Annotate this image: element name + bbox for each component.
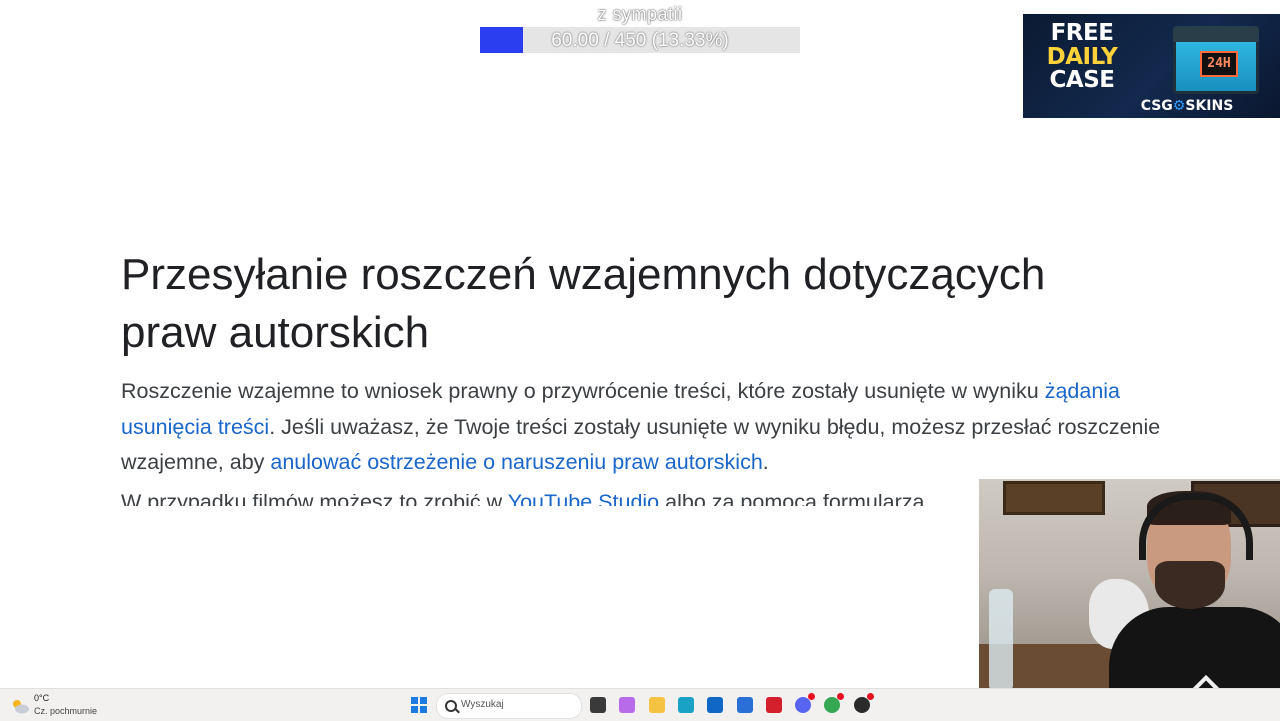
chrome-icon[interactable] bbox=[824, 693, 844, 713]
case-image: 24H bbox=[1173, 26, 1259, 94]
page-title-line-1: Przesyłanie roszczeń wzajemnych dotycząc… bbox=[121, 250, 1046, 299]
weather-temp: 0°C bbox=[34, 693, 50, 703]
intro-paragraph: Roszczenie wzajemne to wniosek prawny o … bbox=[121, 374, 1161, 481]
folder-icon[interactable] bbox=[649, 697, 665, 713]
file-explorer-dark-icon[interactable] bbox=[590, 697, 606, 713]
taskbar: 0°C Cz. pochmurnie Wyszukaj bbox=[0, 688, 1280, 721]
case-lid bbox=[1173, 26, 1259, 42]
person-beard bbox=[1155, 561, 1225, 609]
brand-left: CSG bbox=[1140, 98, 1173, 114]
cutoff-paragraph-text: W przypadku filmów możesz to zrobić w Yo… bbox=[121, 494, 924, 506]
obs-icon[interactable] bbox=[854, 693, 874, 713]
notification-badge bbox=[837, 693, 844, 700]
goal-progress-bar: 60.00 / 450 (13.33%) bbox=[480, 27, 800, 53]
copilot-icon[interactable] bbox=[619, 697, 635, 713]
studio-link[interactable]: YouTube Studio bbox=[508, 494, 659, 506]
paragraph-text-1: Roszczenie wzajemne to wniosek prawny o … bbox=[121, 379, 1045, 403]
notification-badge bbox=[808, 693, 815, 700]
cutoff-paragraph: W przypadku filmów możesz to zrobić w Yo… bbox=[121, 494, 981, 506]
cloud-sun-icon bbox=[13, 700, 29, 714]
search-icon bbox=[445, 700, 457, 712]
ad-brand-logo: CSG⚙SKINS bbox=[1117, 98, 1257, 114]
water-bottle bbox=[989, 589, 1013, 689]
search-placeholder: Wyszukaj bbox=[461, 699, 504, 710]
cutoff-text-1: W przypadku filmów możesz to zrobić w bbox=[121, 494, 508, 506]
cutoff-text-2: albo za pomocą formularza bbox=[659, 494, 925, 506]
edge-icon[interactable] bbox=[678, 697, 694, 713]
webcam-feed bbox=[979, 479, 1280, 720]
brand-right: SKINS bbox=[1185, 98, 1234, 114]
brand-dot-icon: ⚙ bbox=[1172, 98, 1186, 114]
taskbar-search[interactable]: Wyszukaj bbox=[436, 693, 582, 719]
picture-frame bbox=[1003, 481, 1105, 515]
ad-line-free: FREE bbox=[1050, 20, 1114, 46]
notification-badge bbox=[867, 693, 874, 700]
outlook-icon[interactable] bbox=[707, 697, 723, 713]
page-title: Przesyłanie roszczeń wzajemnych dotycząc… bbox=[121, 246, 1161, 362]
goal-progress-text: 60.00 / 450 (13.33%) bbox=[551, 30, 729, 51]
weather-desc: Cz. pochmurnie bbox=[34, 706, 98, 716]
store-icon[interactable] bbox=[737, 697, 753, 713]
paragraph-text-3: . bbox=[762, 450, 769, 474]
discord-icon[interactable] bbox=[795, 693, 815, 713]
ad-banner[interactable]: FREE DAILY CASE 24H CSG⚙SKINS bbox=[1023, 14, 1280, 118]
page-title-line-2: praw autorskich bbox=[121, 308, 430, 357]
ad-line-case: CASE bbox=[1049, 67, 1115, 93]
red-app-icon[interactable] bbox=[766, 697, 782, 713]
windows-start-icon[interactable] bbox=[411, 697, 427, 713]
copyright-strike-link[interactable]: anulować ostrzeżenie o naruszeniu praw a… bbox=[270, 450, 762, 474]
case-badge: 24H bbox=[1200, 51, 1238, 77]
goal-title: z sympatii bbox=[597, 4, 683, 24]
